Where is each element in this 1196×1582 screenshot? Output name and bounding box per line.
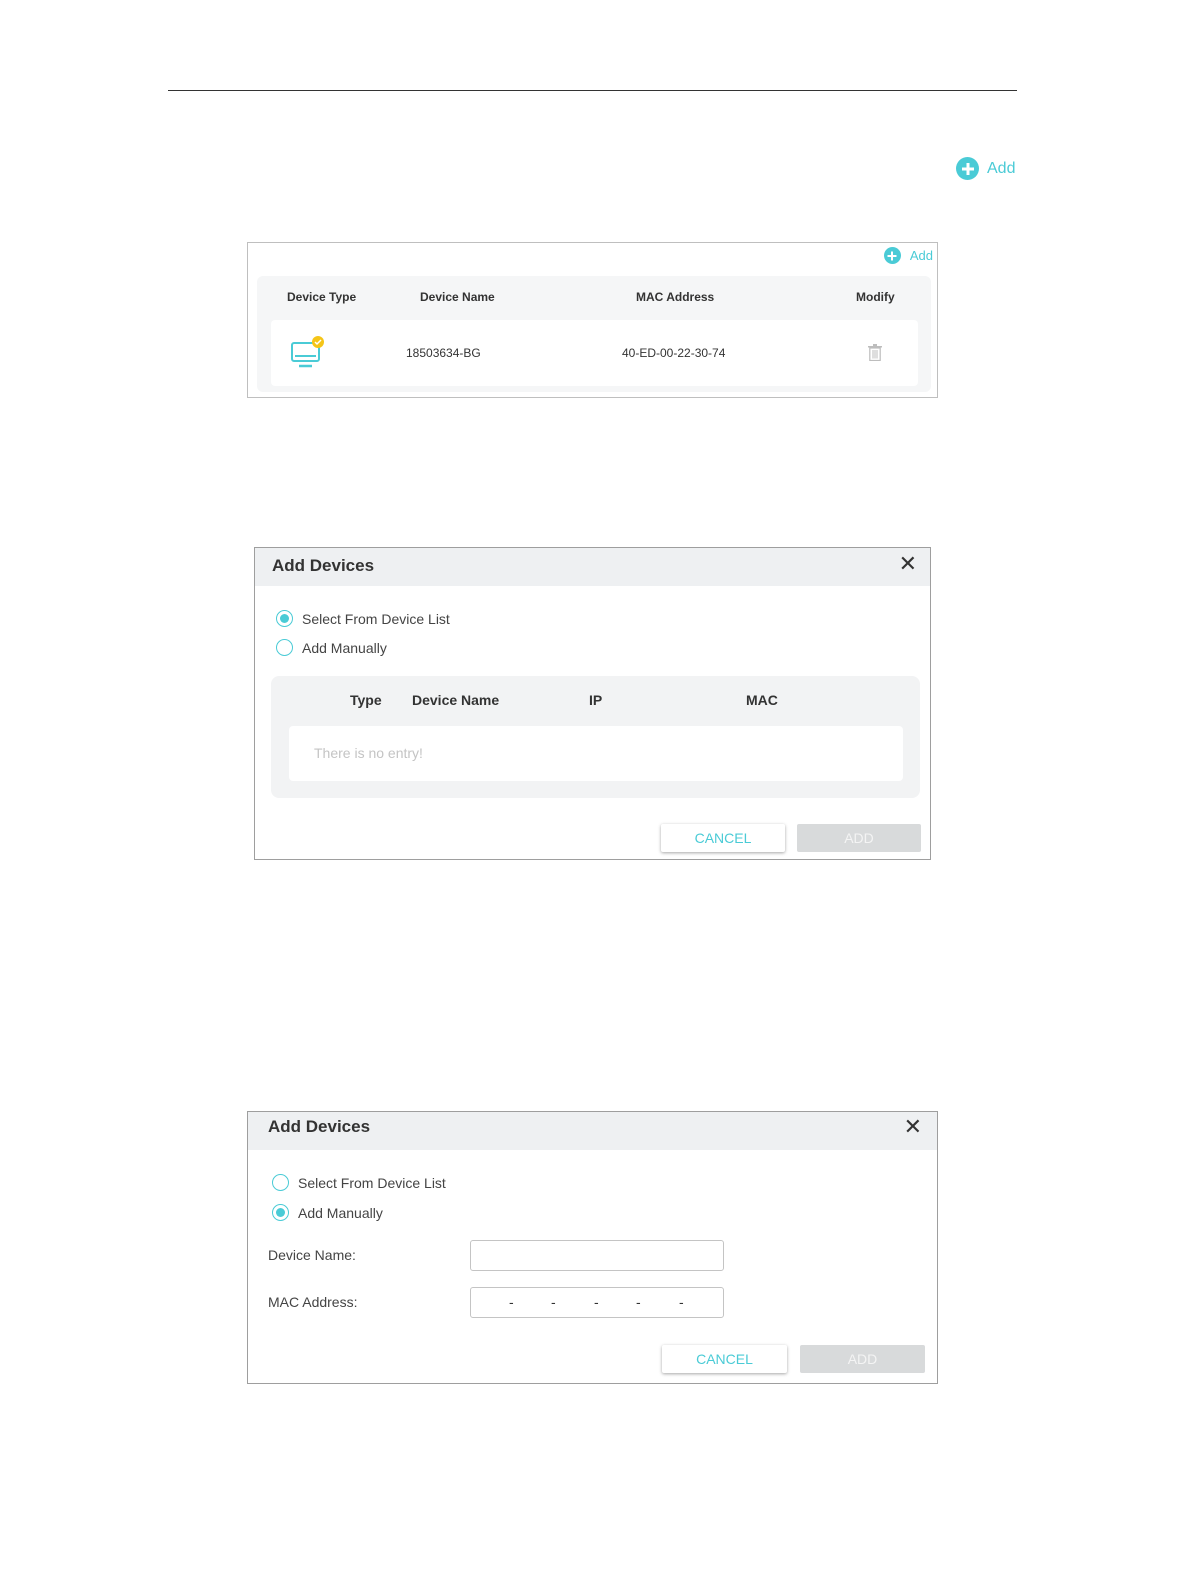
radio-label: Select From Device List — [302, 610, 450, 627]
device-name-cell: 18503634-BG — [406, 346, 481, 360]
cancel-button[interactable]: CANCEL — [661, 824, 785, 852]
add-label: Add — [909, 248, 933, 263]
radio-checked-icon — [276, 610, 293, 627]
add-label: Add — [987, 159, 1016, 177]
empty-message: There is no entry! — [314, 745, 423, 761]
header-device-type: Device Type — [287, 290, 357, 304]
radio-label: Add Manually — [298, 1204, 383, 1221]
pc-device-icon — [291, 336, 324, 368]
radio-unchecked-icon — [276, 639, 293, 656]
header-device-name: Device Name — [420, 290, 495, 304]
radio-add-manually[interactable]: Add Manually — [272, 1204, 383, 1221]
mac-address-input[interactable]: - - - - - — [470, 1287, 724, 1318]
radio-label: Add Manually — [302, 639, 387, 656]
mac-separator: - — [551, 1294, 556, 1310]
mac-separator: - — [594, 1294, 599, 1310]
mac-separator: - — [509, 1294, 514, 1310]
header-modify: Modify — [856, 290, 895, 304]
close-icon[interactable]: ✕ — [904, 1116, 922, 1138]
mac-separator: - — [679, 1294, 684, 1310]
add-submit-button[interactable]: ADD — [800, 1345, 925, 1373]
device-name-input[interactable] — [470, 1240, 724, 1271]
device-table: Device Type Device Name MAC Address Modi… — [257, 276, 931, 392]
header-mac: MAC — [746, 692, 778, 708]
radio-select-from-list[interactable]: Select From Device List — [272, 1174, 446, 1191]
add-devices-dialog-manual: Add Devices ✕ Select From Device List Ad… — [247, 1111, 938, 1384]
radio-unchecked-icon — [272, 1174, 289, 1191]
radio-select-from-list[interactable]: Select From Device List — [276, 610, 450, 627]
add-button[interactable]: Add — [956, 157, 1015, 180]
header-device-name: Device Name — [412, 692, 500, 708]
table-row: 18503634-BG 40-ED-00-22-30-74 — [271, 320, 918, 386]
radio-label: Select From Device List — [298, 1174, 446, 1191]
plus-circle-icon — [956, 157, 979, 180]
header-ip: IP — [589, 692, 603, 708]
mac-address-label: MAC Address: — [268, 1294, 358, 1310]
dialog-header: Add Devices ✕ — [255, 548, 930, 586]
page-divider — [168, 90, 1017, 91]
header-type: Type — [350, 692, 382, 708]
device-list-panel: Add Device Type Device Name MAC Address … — [247, 242, 938, 398]
add-device-button[interactable]: Add — [883, 247, 933, 264]
mac-separator: - — [636, 1294, 641, 1310]
dialog-title: Add Devices — [272, 556, 375, 575]
empty-row: There is no entry! — [289, 726, 903, 781]
header-mac-address: MAC Address — [636, 290, 715, 304]
plus-circle-icon — [883, 247, 901, 264]
close-icon[interactable]: ✕ — [899, 553, 917, 575]
device-select-table: Type Device Name IP MAC There is no entr… — [271, 676, 920, 798]
device-name-label: Device Name: — [268, 1247, 356, 1263]
trash-icon[interactable] — [868, 344, 882, 361]
radio-checked-icon — [272, 1204, 289, 1221]
radio-add-manually[interactable]: Add Manually — [276, 639, 387, 656]
dialog-header: Add Devices ✕ — [248, 1112, 937, 1150]
mac-address-cell: 40-ED-00-22-30-74 — [622, 346, 726, 360]
dialog-title: Add Devices — [268, 1117, 371, 1136]
add-submit-button[interactable]: ADD — [797, 824, 921, 852]
cancel-button[interactable]: CANCEL — [662, 1345, 787, 1373]
add-devices-dialog-list: Add Devices ✕ Select From Device List Ad… — [254, 547, 931, 860]
